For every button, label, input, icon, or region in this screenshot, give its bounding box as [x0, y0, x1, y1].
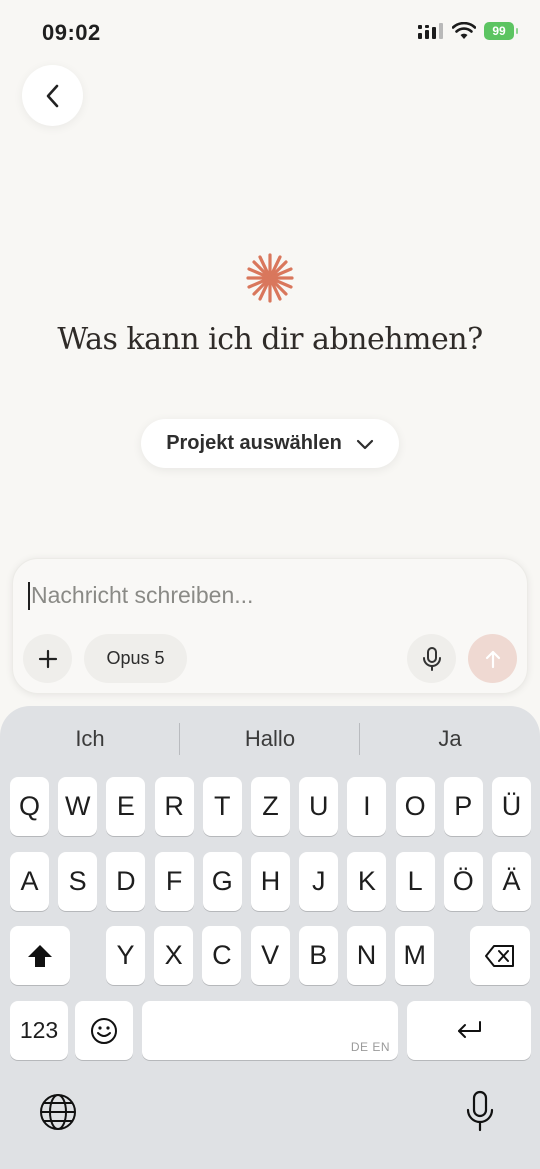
back-button[interactable] — [22, 65, 83, 126]
letter-key[interactable]: N — [347, 926, 386, 985]
letter-key[interactable]: V — [250, 926, 290, 985]
letter-key[interactable]: Z — [251, 777, 290, 836]
wifi-icon — [452, 22, 476, 39]
letter-key[interactable]: O — [395, 777, 435, 836]
numbers-key-label: 123 — [19, 1017, 59, 1043]
letter-key[interactable]: Ü — [492, 777, 531, 836]
chevron-left-icon — [46, 84, 58, 107]
letter-key[interactable]: Ä — [492, 852, 531, 911]
battery-indicator: 99 — [484, 22, 518, 40]
shift-icon — [28, 944, 52, 967]
status-time: 09:02 — [42, 20, 101, 45]
letter-key[interactable]: A — [10, 852, 49, 911]
message-input[interactable]: Nachricht schreiben... — [31, 582, 253, 609]
project-select-label: Projekt auswählen — [166, 432, 342, 454]
letter-key[interactable]: U — [299, 777, 339, 836]
emoji-icon — [91, 1017, 117, 1044]
return-key[interactable] — [407, 1001, 531, 1060]
letter-key[interactable]: L — [395, 852, 435, 911]
page-title: Was kann ich dir abnehmen? — [57, 322, 483, 357]
space-key-languages: DE EN — [350, 1040, 390, 1054]
numbers-key[interactable]: 123 — [10, 1001, 68, 1060]
voice-input-button[interactable] — [407, 634, 456, 683]
letter-key[interactable]: Ö — [443, 852, 483, 911]
letter-key[interactable]: H — [251, 852, 290, 911]
space-key[interactable]: DE EN — [142, 1001, 398, 1060]
battery-level: 99 — [492, 24, 506, 38]
letter-key[interactable]: J — [299, 852, 339, 911]
letter-key[interactable]: I — [347, 777, 387, 836]
shift-key[interactable] — [10, 926, 70, 985]
suggestion-2[interactable]: Hallo — [180, 726, 360, 752]
letter-key[interactable]: Q — [10, 777, 49, 836]
model-label: Opus 5 — [106, 648, 165, 668]
letter-key[interactable]: Y — [106, 926, 145, 985]
status-icons: 99 — [418, 22, 518, 40]
backspace-key[interactable] — [470, 926, 530, 985]
letter-key[interactable]: K — [347, 852, 387, 911]
letter-key[interactable]: R — [154, 777, 194, 836]
chevron-down-icon — [356, 439, 373, 449]
dictation-key[interactable] — [464, 1090, 496, 1139]
emoji-key[interactable] — [75, 1001, 133, 1060]
return-icon — [458, 1020, 481, 1038]
letter-key[interactable]: F — [154, 852, 194, 911]
letter-key[interactable]: D — [106, 852, 146, 911]
letter-key[interactable]: C — [202, 926, 242, 985]
letter-key[interactable]: B — [298, 926, 338, 985]
send-button[interactable] — [468, 634, 517, 683]
text-caret — [28, 582, 30, 610]
microphone-icon — [422, 646, 441, 671]
letter-key[interactable]: E — [106, 777, 146, 836]
cellular-signal-icon — [418, 23, 443, 39]
letter-key[interactable]: G — [202, 852, 242, 911]
spark-logo-icon — [246, 253, 294, 303]
letter-key[interactable]: X — [154, 926, 194, 985]
backspace-icon — [485, 944, 514, 967]
project-select-button[interactable]: Projekt auswählen — [141, 419, 399, 468]
model-select-button[interactable]: Opus 5 — [84, 634, 187, 683]
globe-icon — [40, 1094, 76, 1130]
letter-key[interactable]: M — [395, 926, 435, 985]
suggestion-3[interactable]: Ja — [360, 726, 540, 752]
microphone-icon — [466, 1090, 494, 1132]
letter-key[interactable]: W — [58, 777, 98, 836]
suggestion-1[interactable]: Ich — [0, 726, 180, 752]
letter-key[interactable]: S — [58, 852, 98, 911]
add-attachment-button[interactable] — [23, 634, 72, 683]
arrow-up-icon — [485, 650, 500, 668]
letter-key[interactable]: P — [443, 777, 483, 836]
letter-key[interactable]: T — [202, 777, 242, 836]
plus-icon — [38, 649, 57, 668]
globe-key[interactable] — [38, 1092, 78, 1137]
